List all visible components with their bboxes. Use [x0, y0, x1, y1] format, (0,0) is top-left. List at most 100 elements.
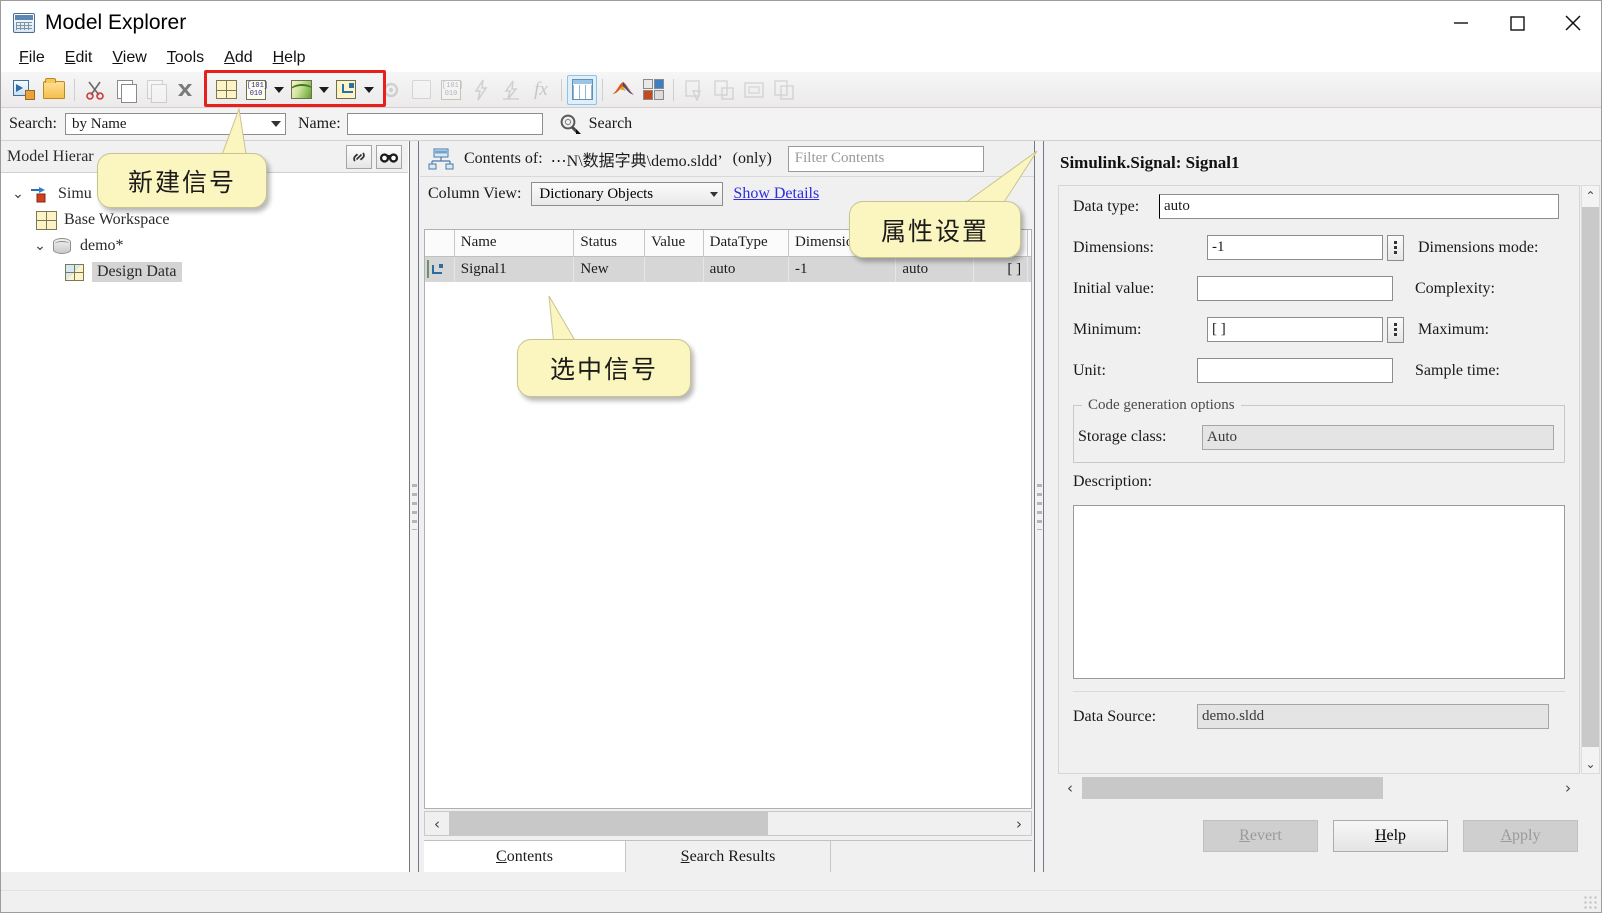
tab-search-results[interactable]: Search Results — [626, 841, 831, 872]
add-bus-icon[interactable] — [286, 75, 316, 105]
search-magnifier-icon[interactable] — [557, 112, 583, 136]
menu-tools[interactable]: Tools — [157, 47, 214, 69]
data-type-input[interactable]: auto — [1159, 194, 1559, 219]
table-row[interactable]: Signal1 New auto -1 auto [ ] [ ] Auto — [425, 256, 1031, 282]
properties-horizontal-scrollbar[interactable]: ‹ › — [1058, 776, 1580, 800]
tree-item-demo[interactable]: ⌄ demo* — [1, 233, 408, 259]
event-icon — [466, 75, 496, 105]
unit-input[interactable] — [1197, 358, 1393, 383]
window-title: Model Explorer — [45, 10, 187, 34]
add-signal-dropdown-arrow-icon[interactable] — [361, 75, 376, 105]
cut-icon[interactable] — [80, 75, 110, 105]
delete-icon[interactable] — [170, 75, 200, 105]
menu-help[interactable]: Help — [263, 47, 316, 69]
copy-icon[interactable] — [110, 75, 140, 105]
open-folder-icon[interactable] — [39, 75, 69, 105]
minimum-more-options-icon[interactable] — [1387, 316, 1404, 343]
splitter-left[interactable] — [409, 141, 419, 872]
menu-view[interactable]: View — [102, 47, 156, 69]
help-button[interactable]: Help — [1333, 820, 1448, 852]
menu-edit[interactable]: Edit — [55, 47, 103, 69]
dimensions-label: Dimensions: — [1073, 238, 1154, 256]
callout-new-signal-text: 新建信号 — [127, 167, 236, 197]
vscroll-track[interactable] — [1582, 205, 1599, 754]
contents-of-label: Contents of: — [464, 149, 543, 167]
code-generation-options-group: Code generation options Storage class: A… — [1073, 397, 1565, 463]
tab-contents[interactable]: Contents — [424, 841, 626, 872]
help-mnemonic: H — [1374, 827, 1387, 844]
tree-twisty-demo[interactable]: ⌄ — [29, 238, 51, 254]
field-row-storage-class: Storage class: Auto — [1074, 422, 1564, 452]
properties-hscroll-thumb[interactable] — [1082, 777, 1383, 799]
data-type-label: Data type: — [1073, 197, 1140, 215]
field-row-data-source: Data Source: demo.sldd — [1073, 691, 1565, 729]
storage-class-select[interactable]: Auto — [1202, 424, 1554, 450]
col-header-datatype[interactable]: DataType — [703, 230, 790, 257]
maximize-button[interactable] — [1489, 1, 1545, 44]
contents-horizontal-scrollbar[interactable]: ‹ › — [424, 811, 1032, 836]
scroll-right-arrow-icon[interactable]: › — [1007, 815, 1031, 833]
status-bar — [1, 890, 1601, 912]
menu-add-rest: dd — [234, 49, 253, 66]
show-details-link[interactable]: Show Details — [733, 185, 819, 203]
add-data-dropdown-arrow-icon[interactable] — [271, 75, 286, 105]
scroll-up-arrow-icon[interactable]: ⌃ — [1581, 186, 1600, 205]
initial-value-input[interactable] — [1197, 276, 1393, 301]
splitter-right[interactable] — [1034, 141, 1044, 872]
model-hierarchy-title: Model Hierar — [7, 147, 94, 165]
col-header-value[interactable]: Value — [644, 230, 704, 257]
scroll-down-arrow-icon[interactable]: ⌄ — [1581, 754, 1600, 773]
dimensions-input[interactable]: -1 — [1207, 235, 1383, 260]
tree-twisty-simulink-root[interactable]: ⌄ — [7, 186, 29, 202]
new-model-icon[interactable] — [9, 75, 39, 105]
properties-vertical-scrollbar[interactable]: ⌃ ⌄ — [1581, 185, 1600, 774]
column-view-select[interactable]: Dictionary Objects — [531, 182, 724, 206]
col-header-status[interactable]: Status — [573, 230, 646, 257]
resize-grip-icon[interactable] — [1583, 895, 1597, 909]
simulink-library-icon[interactable] — [638, 75, 668, 105]
search-button[interactable]: Search — [589, 115, 633, 133]
menu-file[interactable]: File — [9, 47, 55, 69]
tab-contents-mnemonic: C — [496, 847, 507, 865]
field-row-minimum: Minimum: [ ] Maximum: — [1059, 309, 1579, 350]
properties-scroll-left-arrow-icon[interactable]: ‹ — [1058, 779, 1082, 797]
properties-panel: Simulink.Signal: Signal1 Data type: auto… — [1046, 141, 1601, 872]
function-call-icon — [496, 75, 526, 105]
scroll-left-arrow-icon[interactable]: ‹ — [425, 815, 449, 833]
filter-contents-input[interactable]: Filter Contents — [787, 145, 984, 172]
link-icon[interactable] — [346, 144, 372, 169]
hscroll-track[interactable] — [449, 812, 1007, 835]
tree-item-design-data[interactable]: Design Data — [1, 259, 408, 285]
binoculars-icon[interactable] — [376, 144, 402, 169]
contents-path: ⋯N\数据字典\demo.sldd’ — [550, 152, 723, 170]
field-row-unit: Unit: Sample time: — [1059, 350, 1579, 391]
search-name-input[interactable] — [346, 113, 543, 135]
add-bus-dropdown-arrow-icon[interactable] — [316, 75, 331, 105]
description-textarea[interactable] — [1073, 505, 1565, 679]
menu-view-rest: iew — [122, 49, 147, 66]
add-data-icon[interactable]: [101] 010 — [241, 75, 271, 105]
add-workspace-variable-icon[interactable] — [211, 75, 241, 105]
col-header-name[interactable]: Name — [454, 230, 575, 257]
matlab-icon[interactable] — [608, 75, 638, 105]
column-view-icon[interactable] — [567, 74, 597, 105]
tree-label-simulink-root: Simu — [58, 185, 92, 202]
tree-item-base-workspace[interactable]: Base Workspace — [1, 207, 408, 233]
row-name: Signal1 — [454, 256, 575, 282]
apply-rest: pply — [1512, 827, 1541, 844]
close-button[interactable] — [1545, 1, 1601, 44]
row-value — [644, 256, 704, 282]
col-header-max[interactable] — [1027, 230, 1031, 257]
hscroll-thumb[interactable] — [449, 812, 768, 835]
minimize-button[interactable] — [1433, 1, 1489, 44]
contents-hierarchy-icon — [428, 148, 454, 170]
menu-add[interactable]: Add — [214, 47, 262, 69]
dimensions-more-options-icon[interactable] — [1387, 234, 1404, 261]
field-row-description: Description: — [1059, 463, 1579, 501]
add-signal-icon[interactable] — [331, 75, 361, 105]
minimum-input[interactable]: [ ] — [1207, 317, 1383, 342]
vscroll-thumb[interactable] — [1582, 207, 1599, 747]
search-criteria-select[interactable]: by Name — [64, 113, 286, 135]
col-header-icon[interactable] — [425, 230, 455, 257]
properties-scroll-right-arrow-icon[interactable]: › — [1556, 779, 1580, 797]
